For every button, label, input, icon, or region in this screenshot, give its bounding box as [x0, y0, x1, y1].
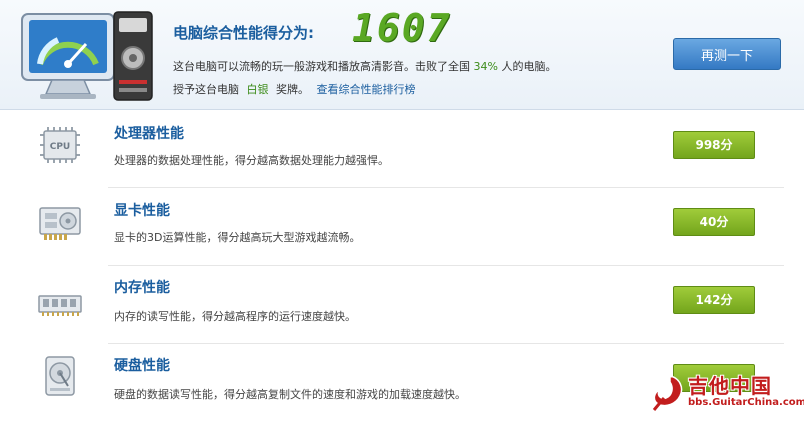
item-title: 处理器性能 [114, 126, 184, 142]
item-description: 显卡的3D运算性能，得分越高玩大型游戏越流畅。 [114, 231, 361, 244]
item-score-badge: 40分 [673, 208, 755, 236]
item-title: 显卡性能 [114, 203, 170, 219]
hard-disk-icon [45, 356, 75, 396]
ranking-link[interactable]: 查看综合性能排行榜 [317, 83, 416, 96]
desc-prefix: 这台电脑可以流畅的玩一般游戏和播放高清影音。击败了全国 [173, 60, 470, 73]
site-watermark: 吉他中国 bbs.GuitarChina.com [648, 368, 804, 418]
performance-gauge-icon [21, 11, 153, 101]
cpu-icon-label: CPU [50, 142, 71, 152]
graphics-card-icon [39, 207, 81, 240]
score-description: 这台电脑可以流畅的玩一般游戏和播放高清影音。击败了全国 34% 人的电脑。 [173, 58, 556, 74]
guitar-logo-icon [652, 375, 683, 411]
item-description: 硬盘的数据读写性能，得分越高复制文件的速度和游戏的加载速度越快。 [114, 388, 466, 401]
item-score-badge: 998分 [673, 131, 755, 159]
beat-percent: 34% [473, 60, 498, 73]
cpu-icon: CPU [40, 127, 80, 163]
item-score-badge: 142分 [673, 286, 755, 314]
list-item-graphics: 显卡性能 显卡的3D运算性能，得分越高玩大型游戏越流畅。 40分 [0, 188, 804, 266]
list-item-cpu: CPU 处理器性能 处理器的数据处理性能，得分越高数据处理能力越强悍。 998分 [0, 110, 804, 188]
score-label: 电脑综合性能得分为: [173, 24, 314, 42]
watermark-text: 吉他中国 [688, 374, 772, 398]
desc-suffix: 人的电脑。 [501, 60, 557, 73]
retest-button[interactable]: 再测一下 [673, 38, 781, 70]
overall-score: 1607 [352, 6, 452, 50]
item-description: 内存的读写性能，得分越高程序的运行速度越快。 [114, 310, 356, 323]
award-suffix: 奖牌。 [276, 83, 309, 96]
item-title: 硬盘性能 [114, 358, 170, 374]
memory-icon [38, 295, 82, 316]
award-line: 授予这台电脑 白银 奖牌。 查看综合性能排行榜 [173, 81, 416, 97]
watermark-url: bbs.GuitarChina.com [688, 397, 804, 408]
summary-header: 电脑综合性能得分为: 1607 这台电脑可以流畅的玩一般游戏和播放高清影音。击败… [0, 0, 804, 110]
item-description: 处理器的数据处理性能，得分越高数据处理能力越强悍。 [114, 154, 389, 167]
item-title: 内存性能 [114, 280, 170, 296]
medal-level: 白银 [246, 83, 269, 96]
list-item-memory: 内存性能 内存的读写性能，得分越高程序的运行速度越快。 142分 [0, 266, 804, 344]
award-prefix: 授予这台电脑 [173, 83, 239, 96]
